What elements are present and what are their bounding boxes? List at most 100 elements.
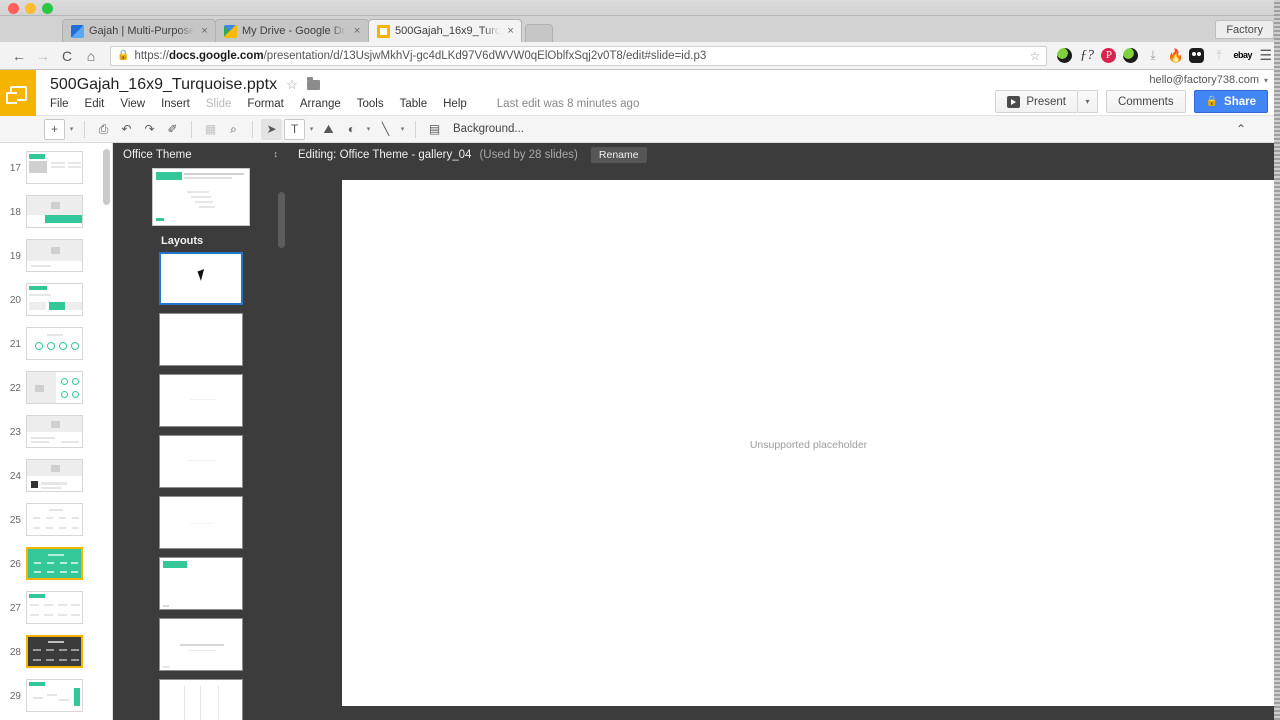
maximize-window-button[interactable] — [42, 3, 53, 14]
browser-menu-icon[interactable]: ☰ — [1255, 47, 1272, 64]
menu-view[interactable]: View — [120, 98, 145, 110]
list-item[interactable]: 24 — [0, 459, 112, 495]
close-icon[interactable]: × — [200, 25, 209, 37]
list-item[interactable]: 27 — [0, 591, 112, 627]
window-controls[interactable] — [8, 3, 53, 14]
fire-extension-icon[interactable]: 🔥 — [1167, 48, 1183, 63]
image-icon[interactable]: ⛰ — [318, 119, 339, 140]
undo-icon[interactable]: ↶ — [116, 119, 137, 140]
menu-file[interactable]: File — [50, 98, 69, 110]
line-icon[interactable]: ╲ — [375, 119, 396, 140]
account-row[interactable]: hello@factory738.com ▾ — [1149, 74, 1268, 86]
bookmark-star-icon[interactable]: ☆ — [1024, 49, 1041, 63]
reload-icon[interactable]: C — [56, 45, 78, 67]
folder-icon[interactable] — [306, 77, 320, 90]
chevron-down-icon[interactable]: ▾ — [67, 125, 76, 133]
forward-icon[interactable]: → — [32, 45, 54, 67]
back-icon[interactable]: ← — [8, 45, 30, 67]
list-item[interactable]: 17 — [0, 151, 112, 187]
list-item[interactable]: 23 — [0, 415, 112, 451]
minimize-window-button[interactable] — [25, 3, 36, 14]
close-icon[interactable]: × — [506, 25, 515, 37]
select-tool-icon[interactable]: ➤ — [261, 118, 282, 140]
layout-thumbnail-5[interactable] — [158, 496, 243, 549]
list-item[interactable]: 22 — [0, 371, 112, 407]
chevron-down-icon[interactable]: ▾ — [307, 125, 316, 133]
textbox-icon[interactable]: T — [284, 118, 305, 140]
background-button[interactable]: Background... — [447, 123, 530, 135]
slide-thumbnail[interactable] — [26, 151, 83, 184]
redo-icon[interactable]: ↷ — [139, 119, 160, 140]
menu-arrange[interactable]: Arrange — [300, 98, 341, 110]
layout-thumbnail-8[interactable] — [158, 679, 243, 720]
slide-thumbnail[interactable] — [26, 635, 83, 668]
page-scrollbar[interactable] — [1274, 0, 1280, 720]
list-item[interactable]: 25 — [0, 503, 112, 539]
layout-thumbnail-gallery-04[interactable] — [158, 252, 243, 305]
slide-thumbnail[interactable] — [26, 459, 83, 492]
google-slides-logo[interactable] — [0, 70, 36, 116]
master-panel-scrollbar[interactable] — [278, 192, 285, 248]
browser-tab-my-drive[interactable]: My Drive - Google Drive × — [215, 19, 369, 42]
slide-thumbnail[interactable] — [26, 195, 83, 228]
comments-button[interactable]: Comments — [1105, 90, 1186, 113]
print-icon[interactable]: ⎙ — [93, 119, 114, 140]
browser-tab-500gajah[interactable]: 500Gajah_16x9_Turquoise × — [368, 19, 522, 42]
collapse-toolbar-icon[interactable]: ⌃ — [1236, 122, 1246, 136]
menu-help[interactable]: Help — [443, 98, 467, 110]
profile-button[interactable]: Factory — [1215, 20, 1274, 39]
slide-thumbnail[interactable] — [26, 503, 83, 536]
slide-thumbnail[interactable] — [26, 327, 83, 360]
slide-thumbnail[interactable] — [26, 591, 83, 624]
menu-edit[interactable]: Edit — [85, 98, 105, 110]
address-bar[interactable]: 🔒 https://docs.google.com/presentation/d… — [110, 45, 1048, 66]
paint-format-icon[interactable]: ✐ — [162, 119, 183, 140]
layout-thumbnail-2[interactable] — [158, 313, 243, 366]
chevron-down-icon[interactable]: ▾ — [398, 125, 407, 133]
list-item[interactable]: 26 — [0, 547, 112, 583]
home-icon[interactable]: ⌂ — [80, 45, 102, 67]
close-icon[interactable]: × — [352, 25, 362, 37]
last-edit-status[interactable]: Last edit was 8 minutes ago — [497, 98, 640, 110]
rename-button[interactable]: Rename — [590, 146, 647, 163]
upload-extension-icon[interactable]: ⤒ — [1211, 48, 1226, 63]
office-theme-master-thumbnail[interactable] — [151, 168, 250, 226]
slide-thumbnail[interactable] — [26, 415, 83, 448]
f-script-extension-icon[interactable]: ƒ? — [1079, 48, 1094, 63]
list-item[interactable]: 29 — [0, 679, 112, 715]
transition-icon[interactable]: ▤ — [424, 119, 445, 140]
shape-icon[interactable]: ◐ — [341, 119, 362, 140]
layout-thumbnail-4[interactable] — [158, 435, 243, 488]
slide-canvas[interactable]: Unsupported placeholder — [342, 180, 1275, 706]
slide-thumbnail[interactable] — [26, 239, 83, 272]
slide-filmstrip[interactable]: 17 18 19 20 21 22 23 24 25 26 27 28 29 — [0, 143, 113, 720]
new-tab-button[interactable] — [525, 24, 553, 42]
list-item[interactable]: 19 — [0, 239, 112, 275]
present-dropdown-button[interactable]: ▾ — [1077, 90, 1098, 113]
panda-extension-icon[interactable] — [1189, 48, 1205, 63]
download-extension-icon[interactable]: ⤓ — [1145, 48, 1160, 63]
list-item[interactable]: 21 — [0, 327, 112, 363]
list-item[interactable]: 20 — [0, 283, 112, 319]
green-circle-extension-icon-2[interactable] — [1123, 48, 1139, 63]
green-circle-extension-icon[interactable] — [1057, 48, 1073, 63]
browser-tab-gajah[interactable]: Gajah | Multi-Purpose Pow × — [62, 19, 216, 42]
slide-thumbnail[interactable] — [26, 283, 83, 316]
sort-icon[interactable]: ↕ — [274, 150, 279, 159]
ebay-extension-icon[interactable]: ebay — [1233, 48, 1252, 63]
slide-thumbnail[interactable] — [26, 547, 83, 580]
new-slide-button[interactable]: + — [44, 118, 65, 140]
slide-thumbnail[interactable] — [26, 371, 83, 404]
layout-thumbnail-6[interactable] — [158, 557, 243, 610]
zoom-icon[interactable]: ⌕ — [223, 119, 244, 140]
star-icon[interactable]: ☆ — [286, 77, 298, 93]
pinterest-extension-icon[interactable]: P — [1101, 48, 1117, 63]
page-title[interactable]: 500Gajah_16x9_Turquoise.pptx — [50, 76, 277, 94]
layout-thumbnail-7[interactable] — [158, 618, 243, 671]
menu-tools[interactable]: Tools — [357, 98, 384, 110]
layout-thumbnail-3[interactable] — [158, 374, 243, 427]
close-window-button[interactable] — [8, 3, 19, 14]
chevron-down-icon[interactable]: ▾ — [364, 125, 373, 133]
list-item[interactable]: 28 — [0, 635, 112, 671]
share-button[interactable]: 🔒 Share — [1193, 90, 1268, 113]
